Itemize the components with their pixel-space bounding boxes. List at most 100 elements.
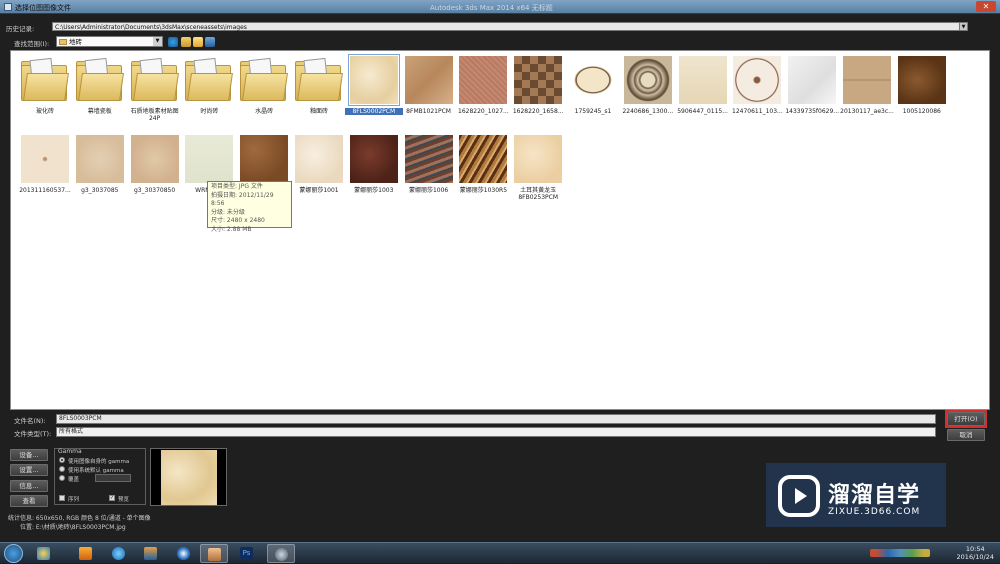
gamma-override-radio[interactable] [59,475,65,481]
image-item[interactable]: 8FLS0002PCM [344,53,403,125]
image-item[interactable]: 20130117_ae3c... [838,53,896,125]
image-item[interactable]: 蒙娜丽莎1006 [400,132,458,204]
stats-info: 统计信息: 650x650, RGB 颜色 8 位/通道 - 单个图像 [8,515,151,522]
gamma-own-label: 使用图像自身的 gamma [68,459,130,465]
chevron-down-icon[interactable]: ▼ [153,37,162,46]
view-button[interactable]: 查看 [10,495,48,507]
app-icon [4,3,12,11]
3dsmax-icon [275,548,288,561]
file-list[interactable]: 玻化砖 幕墙瓷板 石质地板素材贴图24P 时尚砖 水晶砖 釉面砖 8FLS0002PCM 8F… [10,50,990,410]
history-path: C:\Users\Administrator\Documents\3dsMax\… [55,24,247,31]
clock[interactable]: 10:54 2016/10/24 [957,545,994,561]
image-item[interactable]: 蒙娜丽莎1001 [290,132,348,204]
folder-icon [240,57,289,101]
sequence-label: 序列 [68,497,80,503]
new-folder-icon[interactable] [193,37,203,47]
gamma-system-label: 使用系统默认 gamma [68,468,124,474]
folder-item[interactable]: 釉面砖 [290,53,348,125]
image-item[interactable]: 1628220_1658... [509,53,567,125]
tray-icons[interactable] [870,549,930,557]
image-item[interactable]: 14339735f0629... [783,53,841,125]
qq-icon [144,547,157,560]
image-item[interactable]: 蒙娜丽莎1003 [345,132,403,204]
image-item[interactable]: 1005120086 [893,53,951,125]
image-item[interactable]: g3_30370850 [126,132,184,204]
image-thumbnail [459,135,508,183]
image-item[interactable]: 2240686_1300... [619,53,677,125]
sequence-checkbox[interactable] [59,495,65,501]
window-title: 选择位图图像文件 [15,4,71,12]
image-thumbnail [347,54,400,106]
taskbar-app-3dsmax[interactable] [267,544,295,563]
taskbar-app-3dsmax-file[interactable] [200,544,228,563]
chevron-down-icon[interactable]: ▼ [959,22,968,31]
image-thumbnail [185,135,234,183]
image-item[interactable]: g3_3037085 [71,132,129,204]
taskbar-app-media-player[interactable] [72,544,100,563]
taskbar-app-ie[interactable] [105,544,133,563]
image-thumbnail [295,135,343,183]
image-item[interactable]: 12470611_103... [728,53,786,125]
folder-item[interactable]: 玻化砖 [16,53,74,125]
image-item[interactable]: 5906447_0115... [674,53,732,125]
ie-icon [112,547,125,560]
gamma-own-radio[interactable] [59,457,65,463]
tooltip-line: 拍摄日期: 2012/11/29 8:56 [211,191,274,208]
image-item[interactable]: 蒙娜丽莎1030R5 [454,132,512,204]
item-label: 蒙娜丽莎1001 [299,187,339,194]
image-item[interactable]: 1759245_s1 [564,53,622,125]
image-thumbnail [897,56,946,104]
taskbar-app-sogou[interactable] [170,544,198,563]
gamma-system-radio[interactable] [59,466,65,472]
image-preview [150,448,227,506]
folder-item[interactable]: 幕墙瓷板 [71,53,129,125]
file-tooltip: 项目类型: JPG 文件 拍摄日期: 2012/11/29 8:56 分级: 未分级… [207,181,292,233]
setup-button[interactable]: 设备... [10,449,48,461]
taskbar-app-explorer[interactable] [30,544,58,563]
item-label: 5906447_0115... [677,108,728,115]
preview-checkbox[interactable]: ✓ [109,495,115,501]
image-item[interactable]: 1628220_1027... [454,53,512,125]
info-button[interactable]: 信息... [10,480,48,492]
item-label: 蒙娜丽莎1006 [408,187,449,194]
view-menu-icon[interactable] [205,37,215,47]
clock-date: 2016/10/24 [956,553,994,561]
history-combobox[interactable]: C:\Users\Administrator\Documents\3dsMax\… [52,22,968,31]
image-item[interactable]: 土耳其黄龙玉8FB0253PCM [509,132,567,204]
file-type-select[interactable]: 所有格式 [56,427,936,437]
file-type-value: 所有格式 [59,428,84,435]
file-name-input[interactable]: 8FLS0003PCM [56,414,936,424]
look-in-label: 查找范围(I): [14,40,50,48]
image-thumbnail [404,56,453,104]
folder-icon [21,57,69,101]
taskbar-app-photoshop[interactable]: Ps [233,544,261,563]
folder-item[interactable]: 时尚砖 [180,53,238,125]
folder-icon [75,57,124,101]
gamma-override-spinner[interactable] [95,474,131,482]
item-label: 釉面砖 [309,108,328,115]
close-button[interactable]: ✕ [976,1,996,12]
image-thumbnail [569,56,617,104]
open-button-highlight [945,410,987,428]
image-thumbnail [130,135,179,183]
start-button[interactable] [4,544,23,563]
title-bar: 选择位图图像文件 Autodesk 3ds Max 2014 x64 无标题 ✕ [0,0,1000,14]
image-item[interactable]: 201311160537... [16,132,74,204]
play-logo-icon [778,475,820,517]
cancel-button[interactable]: 取消 [947,429,985,441]
image-thumbnail [733,56,782,104]
item-label: 8FLS0002PCM [344,108,403,115]
tooltip-line: 大小: 2.88 MB [211,225,252,233]
image-thumbnail [404,135,453,183]
item-label: 201311160537... [19,187,71,194]
image-thumbnail [514,56,563,104]
folder-icon [59,39,67,45]
up-folder-icon[interactable] [181,37,191,47]
settings-button[interactable]: 设置... [10,464,48,476]
look-in-combobox[interactable]: 地砖 ▼ [56,36,163,47]
folder-item[interactable]: 水晶砖 [235,53,293,125]
back-icon[interactable] [168,37,178,47]
image-item[interactable]: 8FMB1021PCM [400,53,458,125]
folder-item[interactable]: 石质地板素材贴图24P [126,53,184,125]
taskbar-app-qq[interactable] [137,544,165,563]
